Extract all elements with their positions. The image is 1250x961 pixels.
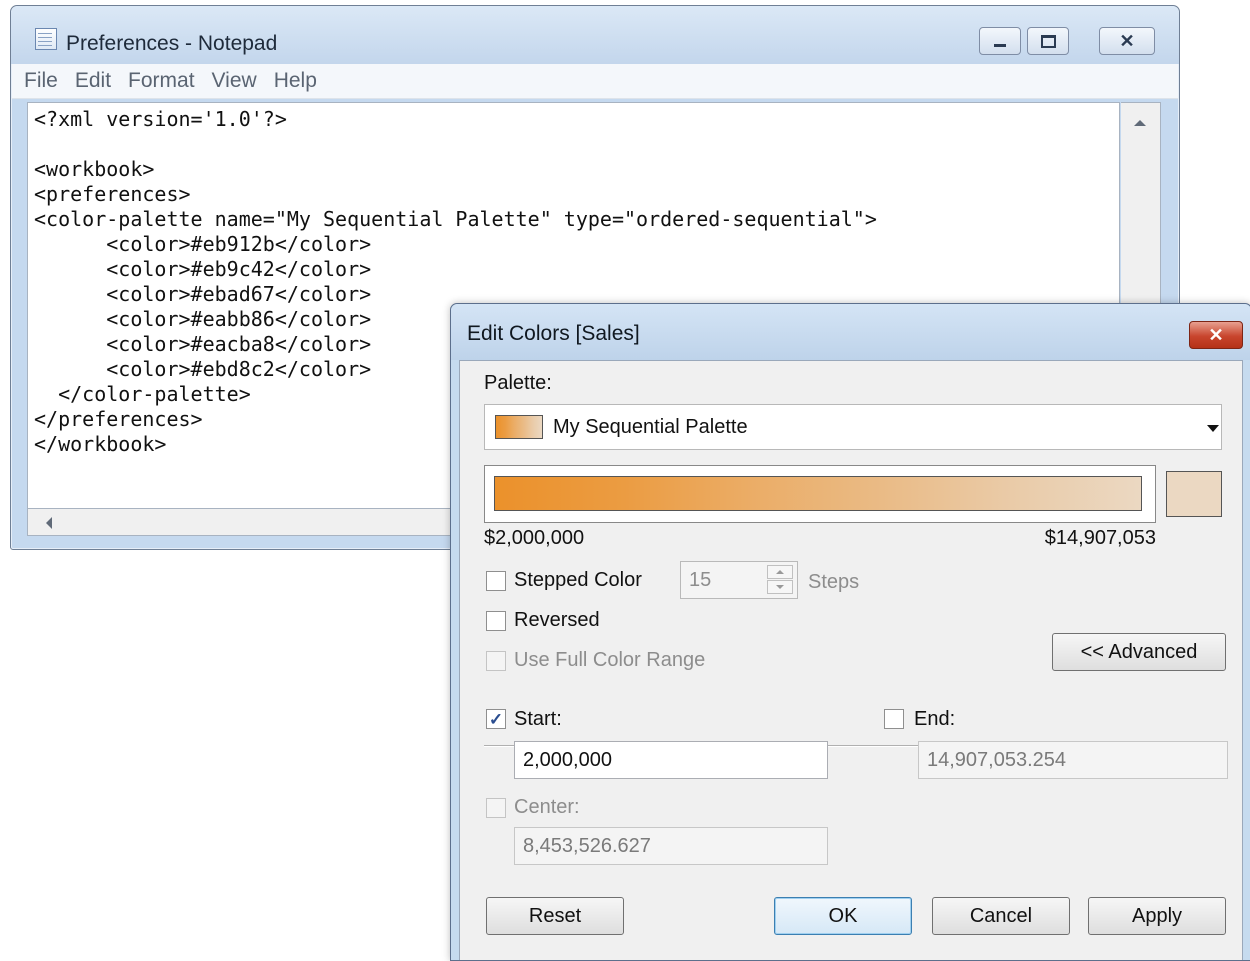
steps-spin-buttons xyxy=(767,565,793,595)
start-field[interactable]: 2,000,000 xyxy=(514,741,828,779)
menu-file[interactable]: File xyxy=(24,69,58,93)
start-checkbox[interactable]: ✓ xyxy=(486,709,506,729)
scroll-left-icon[interactable] xyxy=(46,517,52,529)
end-field[interactable]: 14,907,053.254 xyxy=(918,741,1228,779)
text-line: <color-palette name="My Sequential Palet… xyxy=(34,207,877,231)
dialog-title: Edit Colors [Sales] xyxy=(467,322,640,345)
stepped-color-label: Stepped Color xyxy=(514,569,642,591)
spin-up-icon[interactable] xyxy=(767,565,793,579)
apply-button[interactable]: Apply xyxy=(1088,897,1226,935)
steps-label: Steps xyxy=(808,571,860,593)
color-ramp[interactable] xyxy=(494,476,1142,511)
end-color-swatch[interactable] xyxy=(1166,471,1222,517)
text-line: <color>#eb912b</color> xyxy=(34,232,372,256)
menu-format[interactable]: Format xyxy=(128,69,195,93)
palette-label: Palette: xyxy=(484,372,552,394)
steps-stepper[interactable]: 15 xyxy=(680,561,798,599)
full-range-label: Use Full Color Range xyxy=(514,649,706,671)
dialog-body: Palette: My Sequential Palette $2,000,00… xyxy=(459,360,1243,960)
dialog-close-button[interactable]: ✕ xyxy=(1189,321,1243,349)
full-range-checkbox[interactable] xyxy=(486,651,506,671)
reversed-label: Reversed xyxy=(514,609,600,631)
center-label: Center: xyxy=(514,796,580,818)
text-line: <color>#eb9c42</color> xyxy=(34,257,372,281)
maximize-button[interactable] xyxy=(1027,27,1069,55)
close-button[interactable]: ✕ xyxy=(1099,27,1155,55)
spin-down-icon[interactable] xyxy=(767,580,793,594)
reversed-checkbox[interactable] xyxy=(486,611,506,631)
notepad-icon xyxy=(35,28,57,50)
notepad-title: Preferences - Notepad xyxy=(66,32,278,55)
minimize-icon xyxy=(994,43,1006,47)
menu-view[interactable]: View xyxy=(212,69,257,93)
end-label: End: xyxy=(914,708,956,730)
text-line xyxy=(34,132,1119,157)
checkmark-icon: ✓ xyxy=(488,709,504,729)
center-field[interactable]: 8,453,526.627 xyxy=(514,827,828,865)
palette-dropdown[interactable]: My Sequential Palette xyxy=(484,404,1222,450)
palette-name: My Sequential Palette xyxy=(553,416,748,438)
end-checkbox[interactable] xyxy=(884,709,904,729)
notepad-titlebar[interactable]: Preferences - Notepad ✕ xyxy=(11,6,1179,64)
menu-help[interactable]: Help xyxy=(274,69,317,93)
reset-button[interactable]: Reset xyxy=(486,897,624,935)
stepped-color-checkbox[interactable] xyxy=(486,571,506,591)
cancel-button[interactable]: Cancel xyxy=(932,897,1070,935)
advanced-button[interactable]: << Advanced xyxy=(1052,633,1226,671)
text-line: <preferences> xyxy=(34,182,191,206)
ok-button[interactable]: OK xyxy=(774,897,912,935)
text-line: <?xml version='1.0'?> xyxy=(34,107,287,131)
maximize-icon xyxy=(1040,34,1056,48)
steps-value: 15 xyxy=(689,569,712,591)
chevron-down-icon xyxy=(1207,425,1219,432)
dialog-titlebar[interactable]: Edit Colors [Sales] ✕ xyxy=(451,304,1250,360)
scroll-up-icon[interactable] xyxy=(1134,120,1146,126)
range-min-label: $2,000,000 xyxy=(484,527,585,549)
close-icon: ✕ xyxy=(1208,325,1224,345)
notepad-menubar: File Edit Format View Help xyxy=(12,64,1178,99)
minimize-button[interactable] xyxy=(979,27,1021,55)
palette-swatch xyxy=(495,415,543,439)
close-icon: ✕ xyxy=(1119,31,1135,51)
color-ramp-frame xyxy=(484,465,1156,523)
start-label: Start: xyxy=(514,708,562,730)
range-max-label: $14,907,053 xyxy=(1044,527,1156,549)
menu-edit[interactable]: Edit xyxy=(75,69,111,93)
center-checkbox[interactable] xyxy=(486,798,506,818)
edit-colors-dialog: Edit Colors [Sales] ✕ Palette: My Sequen… xyxy=(450,303,1250,961)
text-line: <workbook> xyxy=(34,157,155,181)
